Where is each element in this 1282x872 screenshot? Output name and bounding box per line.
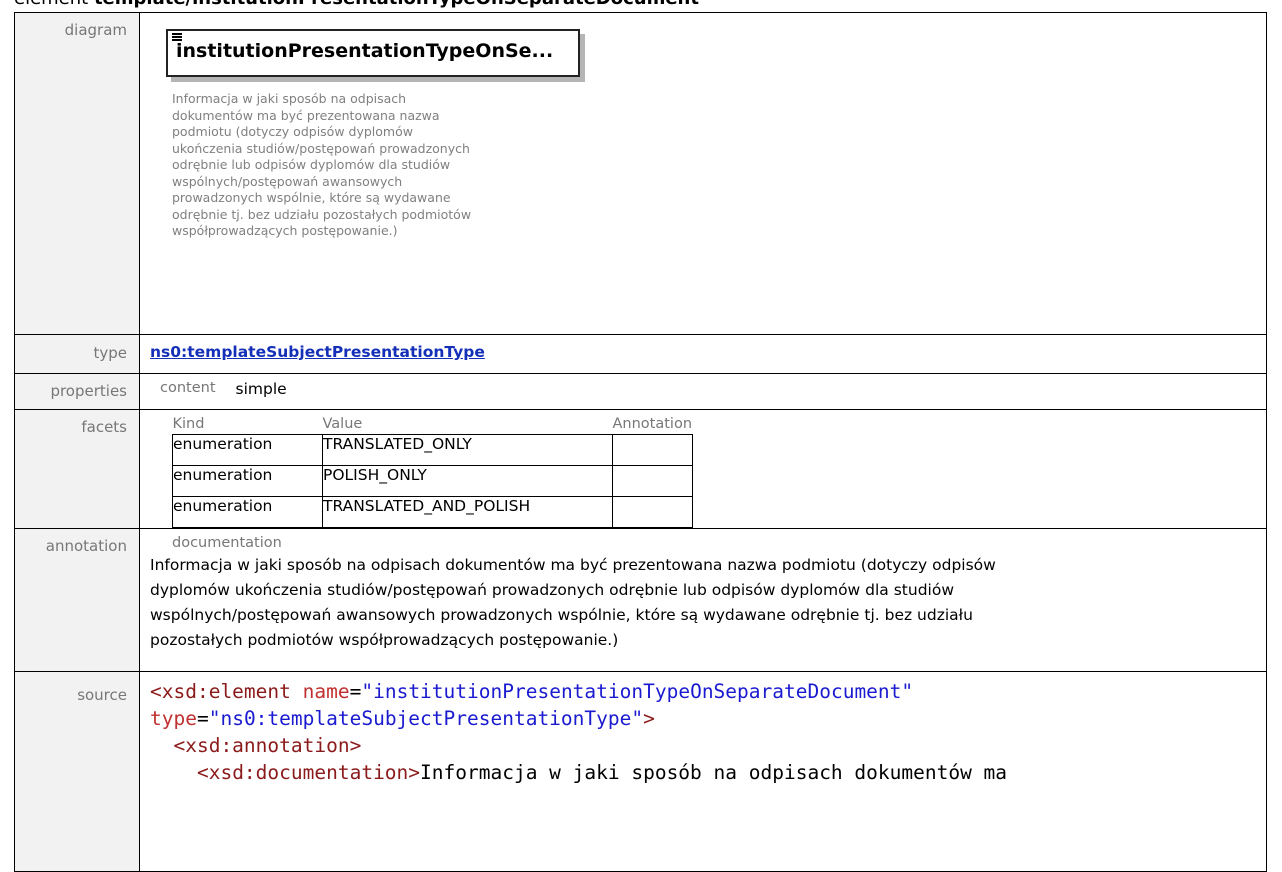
diagram-description: Informacja w jaki sposób na odpisach dok… [172,91,592,240]
annotation-label: annotation [14,528,140,672]
diagram-description-line: dokumentów ma być prezentowana nazwa [172,107,440,123]
facet-annotation [612,434,693,466]
diagram-description-line: ukończenia studiów/postępowań prowadzony… [172,140,470,156]
diagram-description-line: odrębnie tj. bez udziału pozostałych pod… [172,206,472,222]
source-cell: <xsd:element name="institutionPresentati… [139,671,1267,872]
facets-table: Kind Value Annotation enumeration TRANSL… [172,414,693,528]
facets-header-value: Value [322,416,363,432]
type-cell: ns0:templateSubjectPresentationType [139,334,1267,374]
source-name-value: "institutionPresentationTypeOnSeparateDo… [361,680,914,703]
heading-element-name: template/institutionPresentationTypeOnSe… [94,0,699,9]
annotation-cell: documentation Informacja w jaki sposób n… [139,528,1267,672]
page-heading: element template/institutionPresentation… [14,0,699,9]
source-label: source [14,671,140,872]
type-row: type ns0:templateSubjectPresentationType [14,334,1267,374]
facet-value: POLISH_ONLY [322,465,613,497]
diagram-element-box[interactable]: institutionPresentationTypeOnSe... [166,29,580,77]
facet-kind: enumeration [172,496,323,528]
facets-header-kind: Kind [172,416,205,432]
diagram-description-line: prowadzonych wspólnie, które są wydawane [172,190,451,205]
facet-kind: enumeration [172,465,323,497]
diagram-cell: institutionPresentationTypeOnSe... Infor… [139,12,1267,335]
facets-header-annotation: Annotation [612,416,693,432]
annotation-text: Informacja w jaki sposób na odpisach dok… [150,553,1256,653]
diagram-element-title: institutionPresentationTypeOnSe... [176,40,554,62]
source-close-bracket: > [643,707,655,730]
facet-value: TRANSLATED_AND_POLISH [322,496,613,528]
diagram-row: diagram institutionPresentationTypeOnSe.… [14,12,1267,335]
source-documentation-text: Informacja w jaki sposób na odpisach dok… [420,761,1008,784]
source-code: <xsd:element name="institutionPresentati… [150,680,1008,784]
source-attr-name: name [302,680,350,703]
property-value: simple [235,380,287,398]
properties-cell: content simple [139,373,1267,410]
source-attr-type: type [150,707,197,730]
facet-value: TRANSLATED_ONLY [322,434,613,466]
facet-row: enumeration POLISH_ONLY [172,465,693,497]
facet-row: enumeration TRANSLATED_AND_POLISH [172,496,693,528]
diagram-description-line: współprowadzących postępowanie.) [172,223,398,238]
annotation-sub-label: documentation [172,535,282,551]
facets-row: facets Kind Value Annotation enumeration… [14,409,1267,529]
annotation-line: dyplomów ukończenia studiów/postępowań p… [150,581,955,599]
diagram-description-line: wspólnych/postępowań awansowych [172,173,403,189]
annotation-line: Informacja w jaki sposób na odpisach dok… [150,556,996,574]
source-element-tag: <xsd:element [150,680,291,703]
diagram-description-line: podmiotu (dotyczy odpisów dyplomów [172,124,413,139]
source-annotation-tag: <xsd:annotation> [173,734,362,757]
facets-label: facets [14,409,140,529]
annotation-row: annotation documentation Informacja w ja… [14,528,1267,672]
source-row: source <xsd:element name="institutionPre… [14,671,1267,872]
facet-kind: enumeration [172,434,323,466]
facet-row: enumeration TRANSLATED_ONLY [172,434,693,466]
heading-prefix: element [14,0,94,9]
properties-row: properties content simple [14,373,1267,410]
annotation-line: pozostałych podmiotów współprowadzących … [150,631,619,649]
facet-annotation [612,465,693,497]
property-key: content [160,380,216,396]
facet-annotation [612,496,693,528]
type-label: type [14,334,140,374]
diagram-description-line: Informacja w jaki sposób na odpisach [172,91,407,106]
diagram-description-line: odrębnie lub odpisów dyplomów dla studió… [172,157,451,172]
source-type-value: "ns0:templateSubjectPresentationType" [208,707,644,730]
element-doc-table: diagram institutionPresentationTypeOnSe.… [14,12,1267,872]
facets-cell: Kind Value Annotation enumeration TRANSL… [139,409,1267,529]
annotation-line: wspólnych/postępowań awansowych prowadzo… [150,606,973,624]
source-documentation-tag: <xsd:documentation> [196,761,421,784]
diagram-label: diagram [14,12,140,335]
properties-label: properties [14,373,140,410]
type-link[interactable]: ns0:templateSubjectPresentationType [150,343,485,361]
